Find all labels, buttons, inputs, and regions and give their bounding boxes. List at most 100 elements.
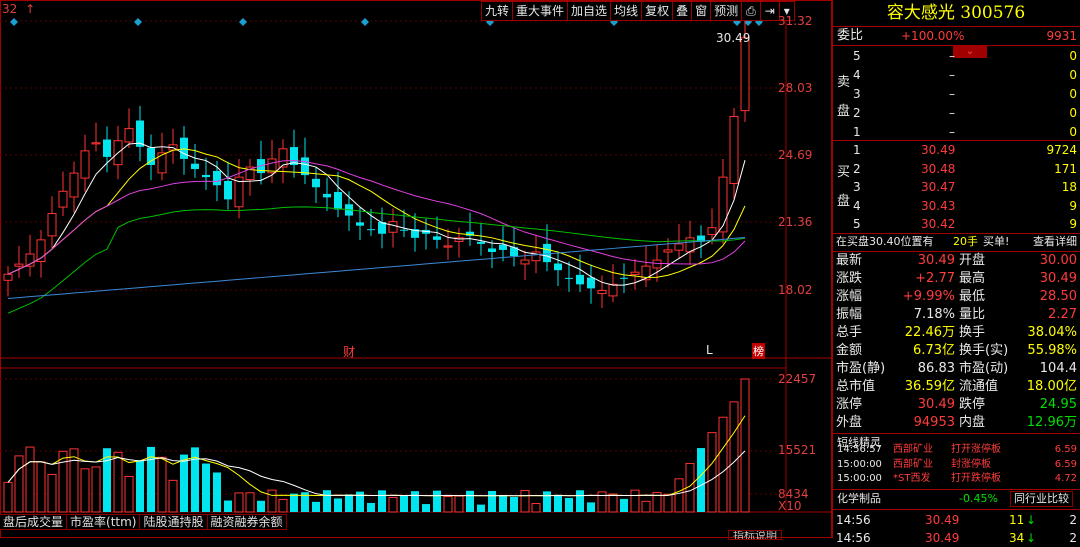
volume-bar bbox=[630, 489, 640, 513]
buy-row[interactable]: 2 30.48 171 bbox=[833, 160, 1079, 178]
volume-bar bbox=[267, 489, 277, 513]
volume-bar bbox=[554, 494, 562, 512]
volume-bar bbox=[587, 502, 595, 512]
l-marker[interactable]: L bbox=[706, 343, 713, 357]
lock-icon[interactable]: ⎙ bbox=[741, 1, 761, 21]
candle-body bbox=[180, 137, 188, 159]
notice-detail-link[interactable]: 查看详细 bbox=[1033, 234, 1077, 250]
volume-bar bbox=[124, 475, 134, 513]
buy-price: 30.42 bbox=[921, 217, 956, 231]
buy-level: 3 bbox=[853, 180, 861, 194]
sprite-time: 15:00:00 bbox=[837, 458, 882, 470]
volume-bar bbox=[113, 451, 123, 513]
event-diamond-icon bbox=[239, 18, 247, 26]
buy-row[interactable]: 5 30.42 9 bbox=[833, 215, 1079, 233]
sprite-row[interactable]: 14:56:57 西部矿业 打开涨停板 6.59 bbox=[833, 443, 1079, 457]
volume-bar bbox=[356, 491, 364, 512]
price-level-label: 32 bbox=[2, 2, 18, 16]
quote-row: 振幅 7.18% 量比 2.27 bbox=[833, 306, 1079, 324]
quote-label: 开盘 bbox=[959, 253, 986, 268]
volume-bar bbox=[91, 466, 101, 513]
tab-margin[interactable]: 融资融券余额 bbox=[206, 514, 287, 530]
volume-bar bbox=[3, 481, 13, 513]
candle-body bbox=[323, 193, 331, 198]
buy-volume: 9 bbox=[1069, 217, 1077, 231]
volume-bar bbox=[257, 500, 265, 512]
notice-action: 买单! bbox=[983, 235, 1010, 248]
buy-row[interactable]: 1 30.49 9724 bbox=[833, 141, 1079, 159]
quote-panel: 容大感光 300576 委比 +100.00% 9931 ⌄ 卖盘 5–0 4–0… bbox=[832, 0, 1080, 545]
tab-northbound[interactable]: 陆股通持股 bbox=[139, 514, 208, 530]
quote-value: 12.96万 bbox=[1026, 415, 1077, 430]
toolbar-btn-ma[interactable]: 均线 bbox=[610, 1, 643, 21]
toolbar-btn-add-watchlist[interactable]: 加自选 bbox=[567, 1, 612, 21]
candle-body bbox=[202, 174, 210, 178]
toolbar-btn-overlay[interactable]: 叠 bbox=[672, 1, 693, 21]
toolbar-btn-major-events[interactable]: 重大事件 bbox=[512, 1, 569, 21]
tab-volume[interactable]: 盘后成交量 bbox=[0, 514, 68, 530]
volume-bar bbox=[718, 416, 728, 513]
quote-label: 最高 bbox=[959, 271, 986, 286]
order-notice[interactable]: 在买盘30.40位置有 20手 买单! 查看详细 bbox=[833, 234, 1079, 250]
quote-value: 30.49 bbox=[1039, 271, 1077, 286]
quote-value: 55.98% bbox=[1027, 343, 1077, 358]
quote-label: 涨跌 bbox=[836, 271, 863, 286]
sell-level: 4 bbox=[853, 68, 861, 82]
volume-bar bbox=[454, 495, 464, 513]
kline-chart[interactable] bbox=[0, 0, 832, 538]
notice-text: 在买盘30.40位置有 bbox=[836, 235, 934, 248]
quote-value: 7.18% bbox=[913, 307, 955, 322]
sprite-stock: 西部矿业 bbox=[893, 458, 933, 470]
quote-label: 市盈(动) bbox=[959, 361, 1009, 376]
quote-label: 涨停 bbox=[836, 397, 863, 412]
industry-compare-link[interactable]: 同行业比较 bbox=[1010, 491, 1073, 507]
list-marker[interactable]: 榜 bbox=[752, 343, 765, 359]
sell-row[interactable]: 5 – 0 bbox=[833, 47, 1079, 65]
finance-marker[interactable]: 财 bbox=[343, 343, 355, 360]
top-left-label: 32 ↑ bbox=[2, 2, 35, 16]
sprite-time: 15:00:00 bbox=[837, 473, 882, 484]
quote-value: 30.49 bbox=[917, 253, 955, 268]
candle-body bbox=[58, 190, 68, 208]
sell-row[interactable]: 2 – 0 bbox=[833, 104, 1079, 122]
toolbar-btn-adjust[interactable]: 复权 bbox=[641, 1, 674, 21]
sprite-stock: *ST西发 bbox=[893, 473, 931, 484]
volume-bar bbox=[290, 493, 298, 512]
sell-row[interactable]: 3 – 0 bbox=[833, 85, 1079, 103]
volume-bar bbox=[663, 493, 673, 513]
sell-row[interactable]: 1 – 0 bbox=[833, 123, 1079, 141]
sell-row[interactable]: 4 – 0 bbox=[833, 66, 1079, 84]
toolbar-btn-forecast[interactable]: 预测 bbox=[710, 1, 743, 21]
volume-bar bbox=[531, 503, 541, 513]
volume-bar bbox=[345, 494, 353, 512]
candle-body bbox=[685, 237, 695, 253]
buy-row[interactable]: 3 30.47 18 bbox=[833, 178, 1079, 196]
sell-level: 5 bbox=[853, 49, 861, 63]
sell-volume: 0 bbox=[1069, 87, 1077, 101]
quote-value: 94953 bbox=[913, 415, 955, 430]
toolbar-btn-jiuzhuan[interactable]: 九转 bbox=[481, 1, 514, 21]
buy-level: 2 bbox=[853, 161, 861, 176]
indicator-help-link[interactable]: 指标说明 bbox=[728, 530, 782, 540]
price-axis-label: 31.32 bbox=[778, 14, 813, 28]
buy-row[interactable]: 4 30.43 9 bbox=[833, 197, 1079, 215]
sprite-row[interactable]: 15:00:00 *ST西发 打开跌停板 4.72 bbox=[833, 472, 1079, 486]
tick-extra: 2 bbox=[1069, 531, 1077, 545]
sprite-row[interactable]: 15:00:00 西部矿业 封涨停板 6.59 bbox=[833, 458, 1079, 472]
indicator-tabs: 盘后成交量 市盈率(ttm) 陆股通持股 融资融券余额 bbox=[0, 514, 287, 530]
candle-body bbox=[103, 139, 111, 157]
tab-pe-ttm[interactable]: 市盈率(ttm) bbox=[66, 514, 141, 530]
volume-bar bbox=[224, 500, 232, 512]
volume-bar bbox=[620, 498, 628, 512]
toolbar-btn-window[interactable]: 窗 bbox=[691, 1, 712, 21]
buy-price: 30.43 bbox=[921, 198, 956, 213]
quote-value: +2.77 bbox=[915, 271, 955, 286]
tick-time: 14:56 bbox=[836, 513, 871, 527]
volume-bar bbox=[597, 491, 607, 513]
kline-chart-area[interactable]: 32 ↑ 九转 重大事件 加自选 均线 复权 叠 窗 预测 ⎙ ⇥ ▾ 31.3… bbox=[0, 0, 832, 540]
sell-price: – bbox=[949, 125, 955, 139]
volume-bar bbox=[334, 498, 342, 512]
event-diamond-icon bbox=[10, 18, 18, 26]
industry-row[interactable]: 化学制品 -0.45% 同行业比较 bbox=[833, 491, 1079, 507]
quote-row: 市盈(静) 86.83 市盈(动) 104.4 bbox=[833, 360, 1079, 378]
